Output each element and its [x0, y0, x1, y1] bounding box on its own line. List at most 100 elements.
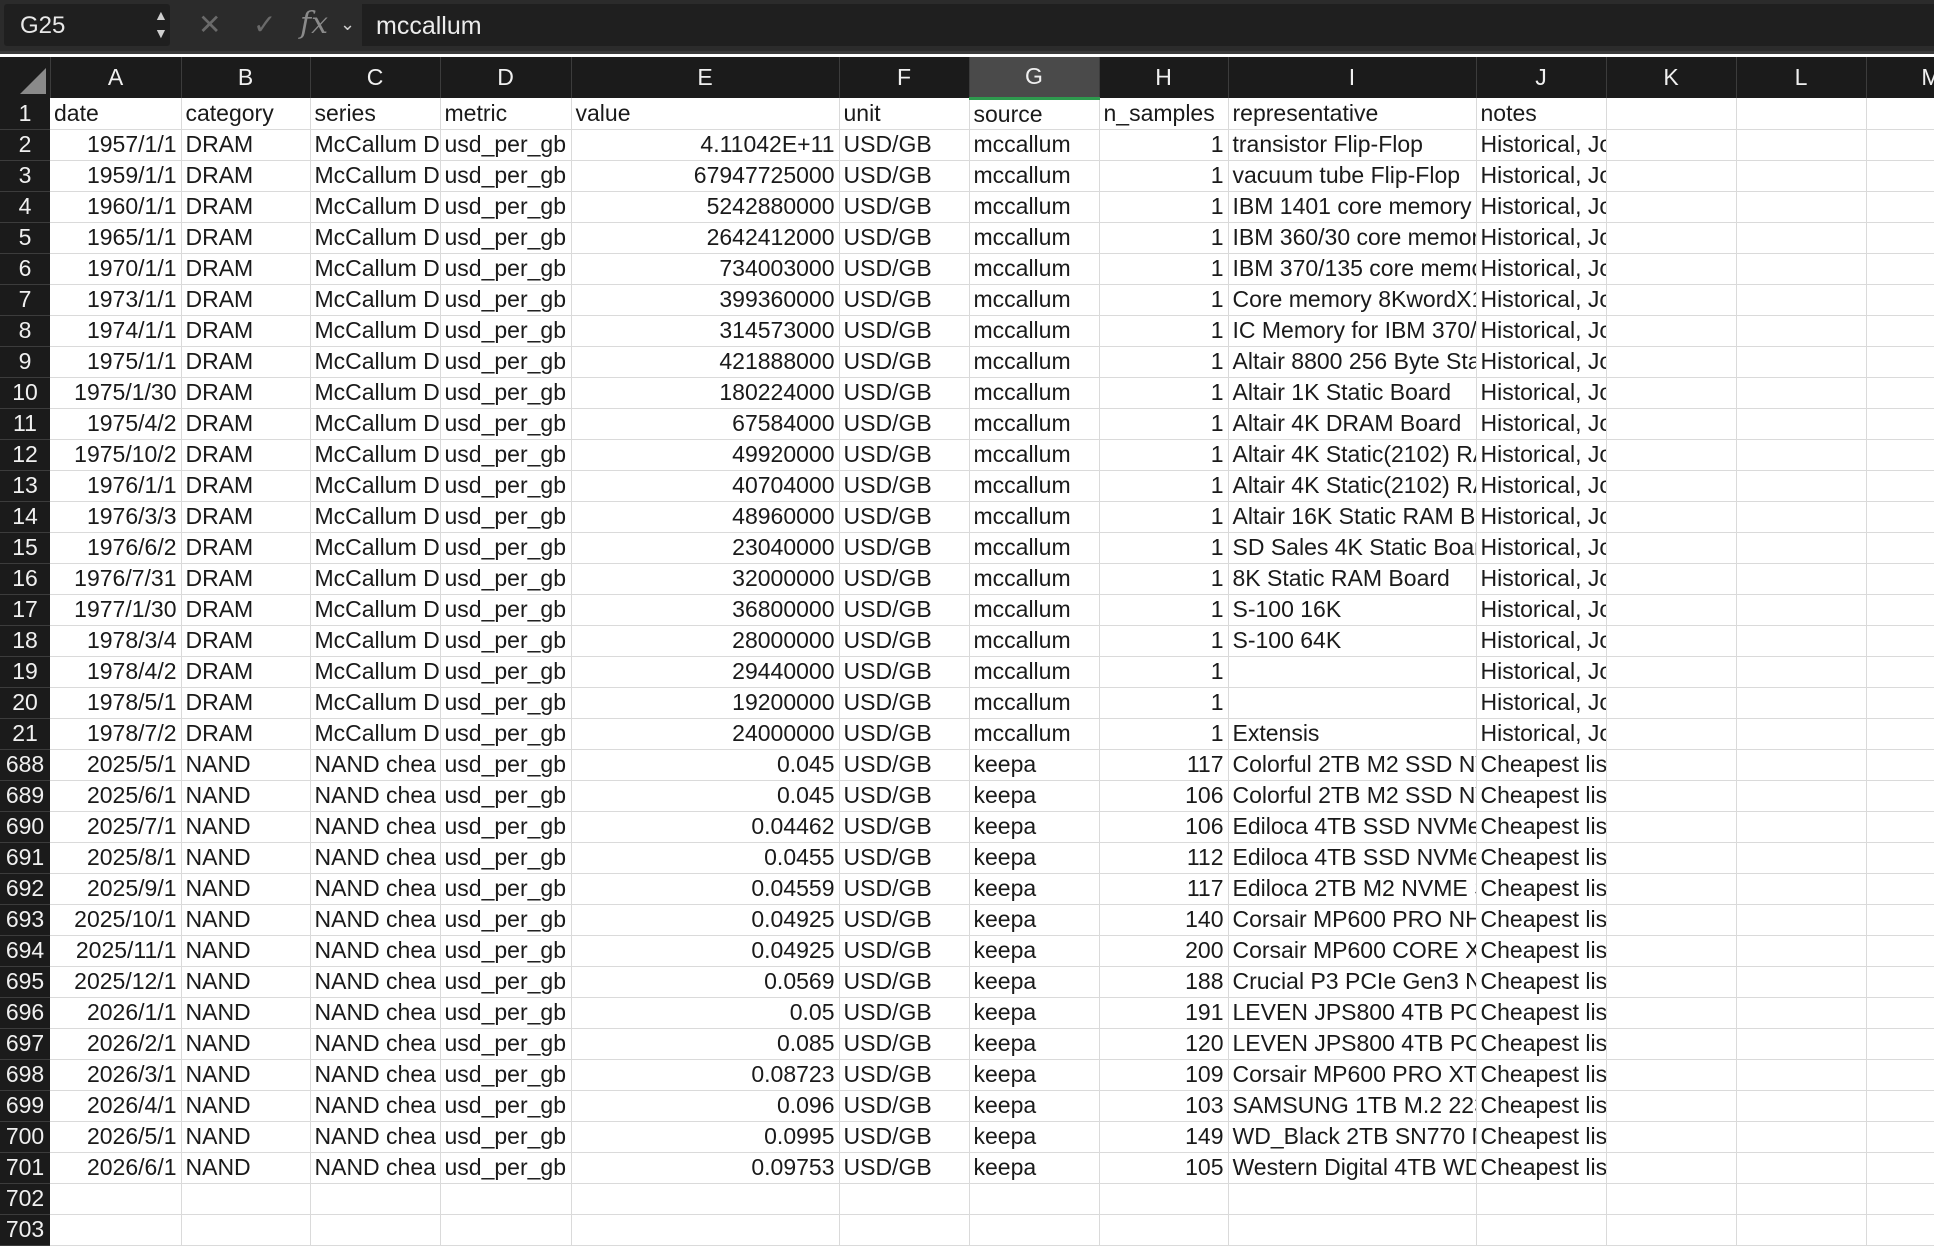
- cell-h-700[interactable]: 149: [1099, 1121, 1229, 1153]
- cell-m-19[interactable]: [1866, 656, 1934, 688]
- cell-k-3[interactable]: [1606, 160, 1737, 192]
- cell-i-6[interactable]: IBM 370/135 core memo: [1228, 253, 1477, 285]
- cell-l-697[interactable]: [1736, 1028, 1867, 1060]
- cell-i-689[interactable]: Colorful 2TB M2 SSD NV: [1228, 780, 1477, 812]
- cell-k-6[interactable]: [1606, 253, 1737, 285]
- cell-d-9[interactable]: usd_per_gb: [440, 346, 572, 378]
- cell-b-4[interactable]: DRAM: [181, 191, 311, 223]
- cell-l-21[interactable]: [1736, 718, 1867, 750]
- cell-j-688[interactable]: Cheapest listed $/GB across the consum: [1476, 749, 1607, 781]
- cell-a-692[interactable]: 2025/9/1: [50, 873, 182, 905]
- cell-e-695[interactable]: 0.0569: [571, 966, 840, 998]
- cell-g-702[interactable]: [969, 1183, 1100, 1215]
- cell-j-703[interactable]: [1476, 1214, 1607, 1246]
- cell-d-2[interactable]: usd_per_gb: [440, 129, 572, 161]
- cell-b-16[interactable]: DRAM: [181, 563, 311, 595]
- cell-i-10[interactable]: Altair 1K Static Board: [1228, 377, 1477, 409]
- cell-d-3[interactable]: usd_per_gb: [440, 160, 572, 192]
- row-header[interactable]: 15: [0, 532, 50, 564]
- cell-k-688[interactable]: [1606, 749, 1737, 781]
- cell-k-14[interactable]: [1606, 501, 1737, 533]
- cell-k-10[interactable]: [1606, 377, 1737, 409]
- cell-i-15[interactable]: SD Sales 4K Static Board: [1228, 532, 1477, 564]
- row-header[interactable]: 702: [0, 1183, 50, 1215]
- cell-h-5[interactable]: 1: [1099, 222, 1229, 254]
- cell-a-695[interactable]: 2025/12/1: [50, 966, 182, 998]
- cell-h-11[interactable]: 1: [1099, 408, 1229, 440]
- cell-e-702[interactable]: [571, 1183, 840, 1215]
- cell-d-10[interactable]: usd_per_gb: [440, 377, 572, 409]
- cell-e-15[interactable]: 23040000: [571, 532, 840, 564]
- cell-f-3[interactable]: USD/GB: [839, 160, 970, 192]
- cell-e-8[interactable]: 314573000: [571, 315, 840, 347]
- cell-l-11[interactable]: [1736, 408, 1867, 440]
- cell-d-19[interactable]: usd_per_gb: [440, 656, 572, 688]
- cell-d-1[interactable]: metric: [440, 98, 572, 130]
- cell-k-700[interactable]: [1606, 1121, 1737, 1153]
- cell-m-698[interactable]: [1866, 1059, 1934, 1091]
- cell-c-694[interactable]: NAND chea: [310, 935, 441, 967]
- cell-g-10[interactable]: mccallum: [969, 377, 1100, 409]
- cell-a-9[interactable]: 1975/1/1: [50, 346, 182, 378]
- cell-g-21[interactable]: mccallum: [969, 718, 1100, 750]
- cell-l-16[interactable]: [1736, 563, 1867, 595]
- cell-d-690[interactable]: usd_per_gb: [440, 811, 572, 843]
- cell-e-690[interactable]: 0.04462: [571, 811, 840, 843]
- cell-g-20[interactable]: mccallum: [969, 687, 1100, 719]
- cell-k-21[interactable]: [1606, 718, 1737, 750]
- cell-g-9[interactable]: mccallum: [969, 346, 1100, 378]
- cell-b-694[interactable]: NAND: [181, 935, 311, 967]
- cell-f-12[interactable]: USD/GB: [839, 439, 970, 471]
- cell-j-700[interactable]: Cheapest listed $/GB across the consum: [1476, 1121, 1607, 1153]
- cell-l-15[interactable]: [1736, 532, 1867, 564]
- cell-m-695[interactable]: [1866, 966, 1934, 998]
- row-header[interactable]: 693: [0, 904, 50, 936]
- cell-a-3[interactable]: 1959/1/1: [50, 160, 182, 192]
- cell-h-689[interactable]: 106: [1099, 780, 1229, 812]
- cell-e-20[interactable]: 19200000: [571, 687, 840, 719]
- column-header-l[interactable]: L: [1736, 57, 1867, 98]
- cell-e-7[interactable]: 399360000: [571, 284, 840, 316]
- name-box-stepper-icon[interactable]: ▲ ▼: [154, 6, 168, 42]
- cell-d-694[interactable]: usd_per_gb: [440, 935, 572, 967]
- cell-f-18[interactable]: USD/GB: [839, 625, 970, 657]
- cell-g-1[interactable]: source: [969, 98, 1100, 130]
- cell-f-698[interactable]: USD/GB: [839, 1059, 970, 1091]
- cell-l-702[interactable]: [1736, 1183, 1867, 1215]
- cell-k-699[interactable]: [1606, 1090, 1737, 1122]
- cell-c-18[interactable]: McCallum D: [310, 625, 441, 657]
- cell-c-700[interactable]: NAND chea: [310, 1121, 441, 1153]
- cell-h-8[interactable]: 1: [1099, 315, 1229, 347]
- cell-b-688[interactable]: NAND: [181, 749, 311, 781]
- cell-f-14[interactable]: USD/GB: [839, 501, 970, 533]
- row-header[interactable]: 21: [0, 718, 50, 750]
- cell-d-15[interactable]: usd_per_gb: [440, 532, 572, 564]
- cell-l-7[interactable]: [1736, 284, 1867, 316]
- cell-e-699[interactable]: 0.096: [571, 1090, 840, 1122]
- cell-g-688[interactable]: keepa: [969, 749, 1100, 781]
- cell-a-696[interactable]: 2026/1/1: [50, 997, 182, 1029]
- cell-h-1[interactable]: n_samples: [1099, 98, 1229, 130]
- cell-f-4[interactable]: USD/GB: [839, 191, 970, 223]
- cell-j-690[interactable]: Cheapest listed $/GB across the consum: [1476, 811, 1607, 843]
- cell-c-697[interactable]: NAND chea: [310, 1028, 441, 1060]
- cell-c-19[interactable]: McCallum D: [310, 656, 441, 688]
- cell-d-20[interactable]: usd_per_gb: [440, 687, 572, 719]
- cell-j-14[interactable]: Historical, John C. McCallum (jcmit.net)…: [1476, 501, 1607, 533]
- cell-g-19[interactable]: mccallum: [969, 656, 1100, 688]
- cell-k-701[interactable]: [1606, 1152, 1737, 1184]
- cell-j-695[interactable]: Cheapest listed $/GB across the consum: [1476, 966, 1607, 998]
- cell-d-8[interactable]: usd_per_gb: [440, 315, 572, 347]
- cell-h-13[interactable]: 1: [1099, 470, 1229, 502]
- row-header[interactable]: 703: [0, 1214, 50, 1246]
- cell-i-20[interactable]: [1228, 687, 1477, 719]
- cell-a-19[interactable]: 1978/4/2: [50, 656, 182, 688]
- cell-l-703[interactable]: [1736, 1214, 1867, 1246]
- cell-b-695[interactable]: NAND: [181, 966, 311, 998]
- cell-j-5[interactable]: Historical, John C. McCallum (jcmit.net)…: [1476, 222, 1607, 254]
- cell-f-15[interactable]: USD/GB: [839, 532, 970, 564]
- cell-l-3[interactable]: [1736, 160, 1867, 192]
- cell-c-17[interactable]: McCallum D: [310, 594, 441, 626]
- cell-i-7[interactable]: Core memory 8KwordX1: [1228, 284, 1477, 316]
- cell-h-4[interactable]: 1: [1099, 191, 1229, 223]
